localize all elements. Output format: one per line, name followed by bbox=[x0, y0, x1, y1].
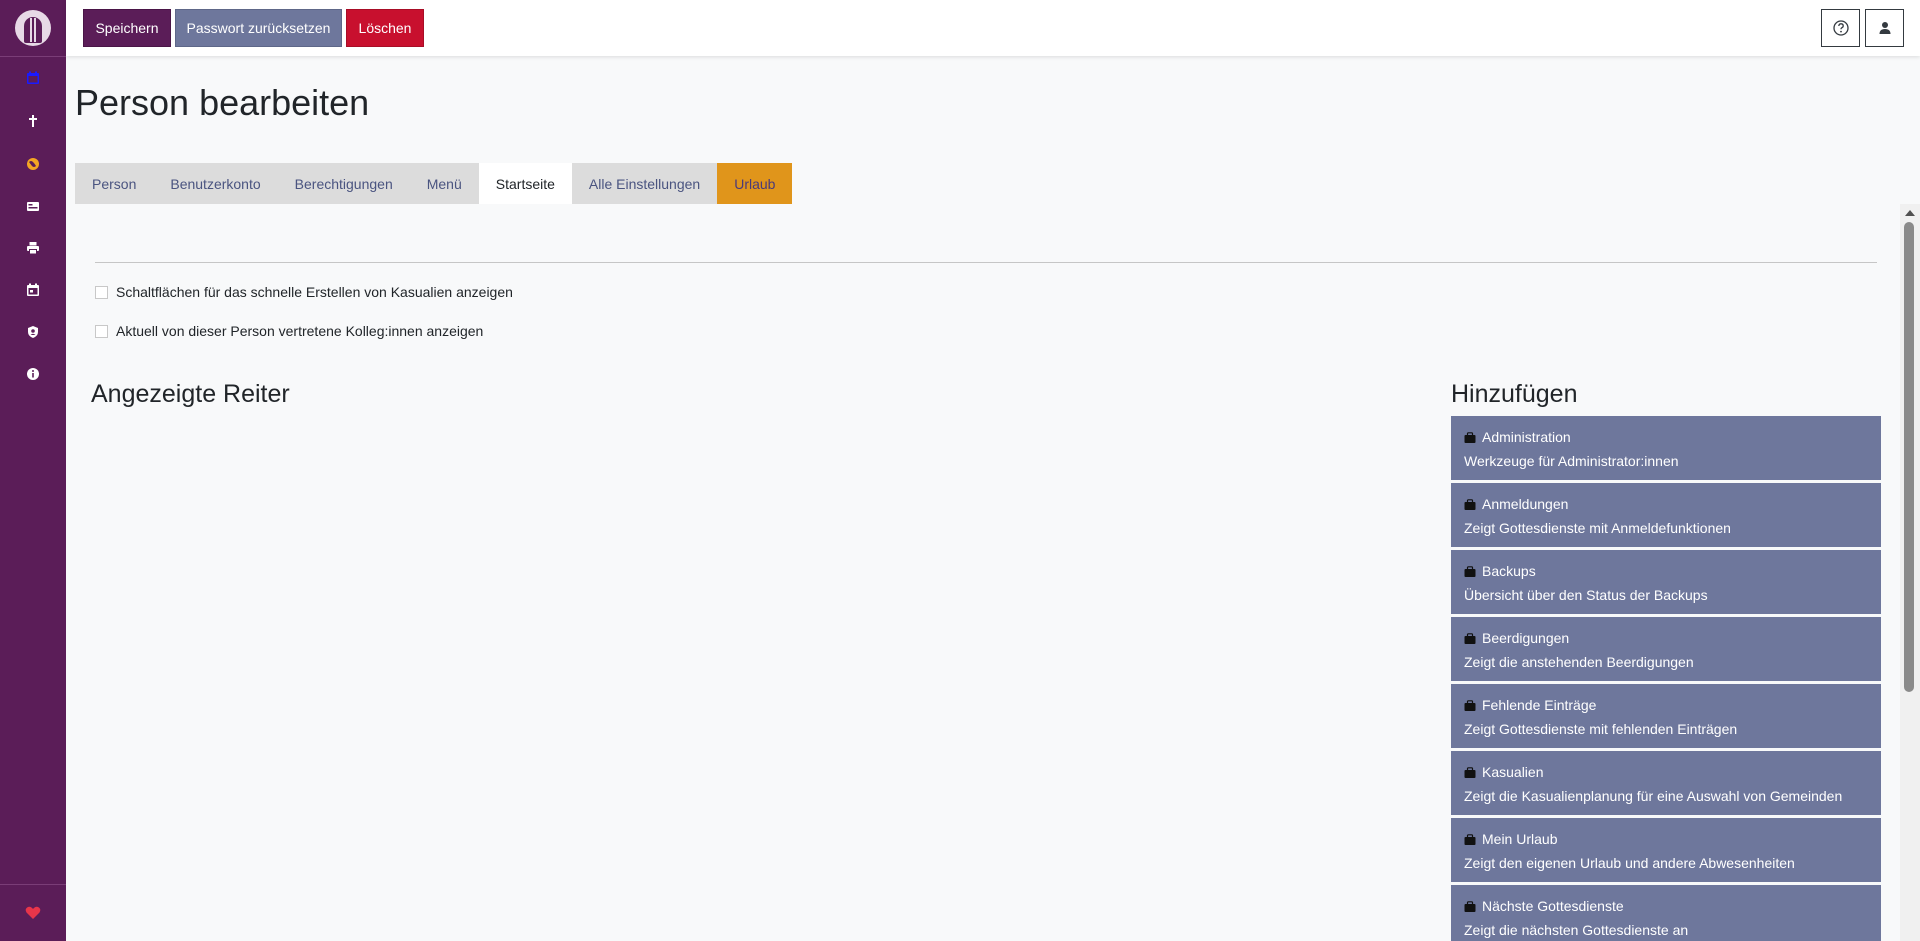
briefcase-icon bbox=[1464, 699, 1476, 711]
list-item[interactable]: Anmeldungen Zeigt Gottesdienste mit Anme… bbox=[1451, 483, 1881, 547]
option-label: Schaltflächen für das schnelle Erstellen… bbox=[116, 284, 513, 300]
item-title: Backups bbox=[1482, 563, 1536, 579]
list-item[interactable]: Beerdigungen Zeigt die anstehenden Beerd… bbox=[1451, 617, 1881, 681]
briefcase-icon bbox=[1464, 833, 1476, 845]
checkbox[interactable] bbox=[95, 285, 108, 299]
briefcase-icon bbox=[1464, 632, 1476, 644]
help-button[interactable] bbox=[1821, 9, 1860, 47]
top-toolbar: Speichern Passwort zurücksetzen Löschen bbox=[66, 0, 1920, 56]
list-item[interactable]: Nächste Gottesdienste Zeigt die nächsten… bbox=[1451, 885, 1881, 941]
sidebar-item-globe[interactable] bbox=[0, 146, 66, 182]
item-title: Anmeldungen bbox=[1482, 496, 1569, 512]
list-item[interactable]: Administration Werkzeuge für Administrat… bbox=[1451, 416, 1881, 480]
tab-urlaub[interactable]: Urlaub bbox=[717, 163, 793, 204]
globe-icon bbox=[27, 158, 39, 170]
divider bbox=[95, 262, 1877, 263]
reset-password-button[interactable]: Passwort zurücksetzen bbox=[175, 9, 342, 47]
item-description: Übersicht über den Status der Backups bbox=[1464, 587, 1708, 603]
sidebar-item-info[interactable] bbox=[0, 356, 66, 392]
item-description: Zeigt Gottesdienste mit Anmeldefunktione… bbox=[1464, 520, 1731, 536]
add-heading: Hinzufügen bbox=[1451, 380, 1578, 408]
sidebar-item-heart[interactable] bbox=[0, 896, 66, 930]
calendar-check-icon bbox=[27, 283, 39, 296]
page-title: Person bearbeiten bbox=[75, 82, 370, 123]
checkbox[interactable] bbox=[95, 324, 108, 338]
list-item[interactable]: Backups Übersicht über den Status der Ba… bbox=[1451, 550, 1881, 614]
briefcase-icon bbox=[1464, 431, 1476, 443]
option-quick-casual-buttons: Schaltflächen für das schnelle Erstellen… bbox=[95, 284, 513, 300]
tab-berechtigungen[interactable]: Berechtigungen bbox=[277, 163, 410, 204]
tab-menue[interactable]: Menü bbox=[409, 163, 479, 204]
tab-alle-einstellungen[interactable]: Alle Einstellungen bbox=[571, 163, 718, 204]
sidebar-item-card[interactable] bbox=[0, 188, 66, 224]
add-tab-list: Administration Werkzeuge für Administrat… bbox=[1451, 416, 1881, 941]
option-show-represented-colleagues: Aktuell von dieser Person vertretene Kol… bbox=[95, 323, 483, 339]
sidebar-divider bbox=[0, 56, 66, 57]
item-description: Zeigt die Kasualienplanung für eine Ausw… bbox=[1464, 788, 1843, 804]
scrollbar[interactable] bbox=[1900, 204, 1920, 941]
briefcase-icon bbox=[1464, 766, 1476, 778]
info-icon bbox=[27, 368, 39, 380]
briefcase-icon bbox=[1464, 900, 1476, 912]
calendar-icon bbox=[27, 71, 39, 84]
list-item[interactable]: Fehlende Einträge Zeigt Gottesdienste mi… bbox=[1451, 684, 1881, 748]
tab-bar: Person Benutzerkonto Berechtigungen Menü… bbox=[75, 163, 793, 204]
sidebar-item-cross[interactable] bbox=[0, 103, 66, 139]
list-item[interactable]: Mein Urlaub Zeigt den eigenen Urlaub und… bbox=[1451, 818, 1881, 882]
help-icon bbox=[1832, 20, 1849, 36]
item-description: Zeigt den eigenen Urlaub und andere Abwe… bbox=[1464, 855, 1795, 871]
cross-icon bbox=[29, 115, 37, 127]
tab-person[interactable]: Person bbox=[75, 163, 154, 204]
sidebar-item-printer[interactable] bbox=[0, 230, 66, 266]
item-title: Kasualien bbox=[1482, 764, 1544, 780]
sidebar-divider bbox=[0, 884, 66, 885]
item-title: Beerdigungen bbox=[1482, 630, 1570, 646]
item-title: Fehlende Einträge bbox=[1482, 697, 1597, 713]
briefcase-icon bbox=[1464, 498, 1476, 510]
card-icon bbox=[27, 202, 39, 211]
briefcase-icon bbox=[1464, 565, 1476, 577]
scrollbar-thumb[interactable] bbox=[1904, 222, 1914, 692]
heart-icon bbox=[25, 906, 41, 919]
item-title: Mein Urlaub bbox=[1482, 831, 1558, 847]
delete-button[interactable]: Löschen bbox=[346, 9, 424, 47]
user-button[interactable] bbox=[1865, 9, 1904, 47]
save-button[interactable]: Speichern bbox=[83, 9, 171, 47]
item-description: Zeigt die nächsten Gottesdienste an bbox=[1464, 922, 1689, 938]
list-item[interactable]: Kasualien Zeigt die Kasualienplanung für… bbox=[1451, 751, 1881, 815]
item-title: Nächste Gottesdienste bbox=[1482, 898, 1624, 914]
item-description: Zeigt Gottesdienste mit fehlenden Einträ… bbox=[1464, 721, 1738, 737]
item-description: Werkzeuge für Administrator:innen bbox=[1464, 453, 1679, 469]
item-description: Zeigt die anstehenden Beerdigungen bbox=[1464, 654, 1694, 670]
option-label: Aktuell von dieser Person vertretene Kol… bbox=[116, 323, 484, 339]
item-title: Administration bbox=[1482, 429, 1571, 445]
printer-icon bbox=[27, 242, 39, 255]
sidebar bbox=[0, 0, 66, 941]
shield-user-icon bbox=[28, 326, 38, 338]
tab-startseite[interactable]: Startseite bbox=[478, 163, 572, 204]
tab-benutzerkonto[interactable]: Benutzerkonto bbox=[153, 163, 278, 204]
user-icon bbox=[1879, 22, 1890, 34]
app-logo[interactable] bbox=[15, 10, 51, 46]
scroll-up-arrow-icon[interactable] bbox=[1905, 210, 1915, 216]
sidebar-item-calendar-check[interactable] bbox=[0, 272, 66, 308]
sidebar-item-shield[interactable] bbox=[0, 314, 66, 350]
sidebar-item-calendar[interactable] bbox=[0, 60, 66, 96]
shown-tabs-heading: Angezeigte Reiter bbox=[91, 380, 290, 408]
